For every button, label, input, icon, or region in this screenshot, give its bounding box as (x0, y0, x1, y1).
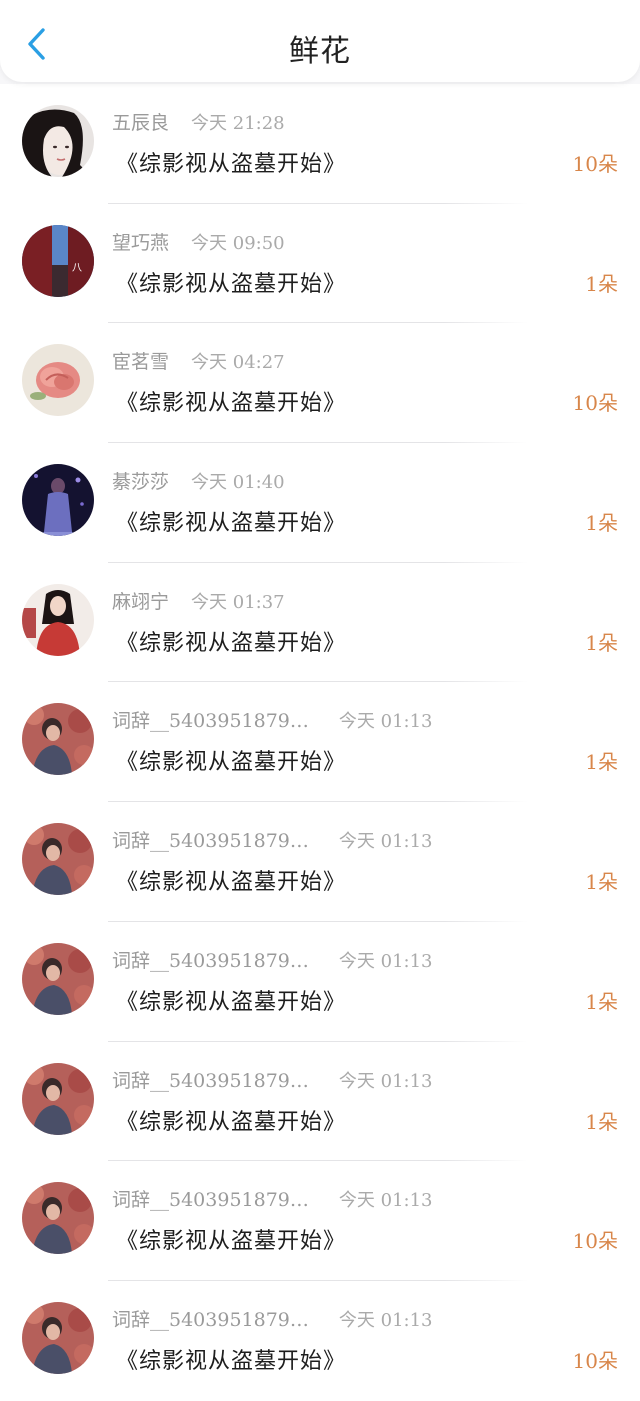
book-title[interactable]: 《综影视从盗墓开始》 (116, 625, 346, 657)
timestamp: 今天 01:13 (338, 1070, 433, 1092)
list-item[interactable]: 词辞__5403951879… 今天 01:13 《综影视从盗墓开始》 10朵 (0, 1161, 640, 1281)
item-meta: 词辞__5403951879… 今天 01:13 (112, 826, 433, 853)
timestamp: 今天 21:28 (191, 113, 285, 134)
timestamp: 今天 01:13 (338, 831, 433, 853)
item-meta: 望巧燕 今天 09:50 (112, 228, 285, 255)
list-item[interactable]: 词辞__5403951879… 今天 01:13 《综影视从盗墓开始》 1朵 (0, 802, 640, 922)
item-meta: 词辞__5403951879… 今天 01:13 (112, 1305, 433, 1332)
list-item[interactable]: 词辞__5403951879… 今天 01:13 《综影视从盗墓开始》 1朵 (0, 921, 640, 1042)
username[interactable]: 词辞__5403951879… (112, 706, 309, 733)
avatar[interactable]: 八 (22, 224, 94, 297)
list-item[interactable]: 词辞__5403951879… 今天 01:13 《综影视从盗墓开始》 10朵 (0, 1280, 640, 1401)
username[interactable]: 词辞__5403951879… (112, 1305, 309, 1332)
username[interactable]: 词辞__5403951879… (112, 1185, 309, 1212)
flower-count: 1朵 (585, 1109, 618, 1134)
username[interactable]: 宦茗雪 (112, 347, 169, 374)
list-item[interactable]: 词辞__5403951879… 今天 01:13 《综影视从盗墓开始》 1朵 (0, 682, 640, 803)
avatar[interactable] (22, 344, 94, 417)
flower-count: 1朵 (585, 870, 618, 895)
page-title: 鲜花 (289, 34, 351, 69)
username[interactable]: 词辞__5403951879… (112, 1066, 309, 1093)
list-item[interactable]: 词辞__5403951879… 今天 01:13 《综影视从盗墓开始》 1朵 (0, 1041, 640, 1162)
username[interactable]: 五辰良 (112, 108, 169, 135)
book-title[interactable]: 《综影视从盗墓开始》 (116, 266, 346, 298)
avatar[interactable] (22, 583, 94, 656)
timestamp: 今天 01:13 (338, 711, 433, 733)
avatar[interactable] (22, 942, 94, 1015)
avatar[interactable] (22, 1182, 94, 1255)
item-meta: 词辞__5403951879… 今天 01:13 (112, 1066, 433, 1093)
username[interactable]: 望巧燕 (112, 228, 169, 255)
book-title[interactable]: 《综影视从盗墓开始》 (116, 864, 346, 896)
avatar[interactable] (22, 823, 94, 896)
list-item[interactable]: 五辰良 今天 21:28 《综影视从盗墓开始》 10朵 (0, 84, 640, 204)
flower-list: 五辰良 今天 21:28 《综影视从盗墓开始》 10朵 八 望巧燕 今天 09:… (0, 84, 640, 1401)
timestamp: 今天 04:27 (191, 352, 285, 374)
timestamp: 今天 01:13 (338, 1309, 433, 1331)
book-title[interactable]: 《综影视从盗墓开始》 (116, 1343, 346, 1375)
flower-count: 10朵 (572, 152, 618, 176)
timestamp: 今天 01:40 (191, 472, 285, 494)
flower-count: 1朵 (585, 511, 618, 536)
book-title[interactable]: 《综影视从盗墓开始》 (116, 1223, 346, 1255)
list-item[interactable]: 綦莎莎 今天 01:40 《综影视从盗墓开始》 1朵 (0, 443, 640, 563)
top-bar: 鲜花 (0, 0, 640, 82)
flower-count: 10朵 (572, 1348, 618, 1373)
item-meta: 五辰良 今天 21:28 (112, 108, 285, 135)
book-title[interactable]: 《综影视从盗墓开始》 (116, 505, 346, 537)
avatar[interactable] (22, 1062, 94, 1135)
list-item[interactable]: 八 望巧燕 今天 09:50 《综影视从盗墓开始》 1朵 (0, 203, 640, 324)
flower-count: 10朵 (572, 391, 618, 416)
book-title[interactable]: 《综影视从盗墓开始》 (116, 984, 346, 1016)
item-meta: 麻翊宁 今天 01:37 (112, 587, 285, 614)
item-meta: 词辞__5403951879… 今天 01:13 (112, 706, 433, 733)
book-title[interactable]: 《综影视从盗墓开始》 (116, 744, 346, 776)
username[interactable]: 綦莎莎 (112, 467, 169, 494)
timestamp: 今天 09:50 (191, 232, 285, 254)
flower-count: 10朵 (572, 1229, 618, 1254)
item-meta: 词辞__5403951879… 今天 01:13 (112, 946, 433, 973)
username[interactable]: 麻翊宁 (112, 587, 169, 614)
book-title[interactable]: 《综影视从盗墓开始》 (116, 385, 346, 417)
username[interactable]: 词辞__5403951879… (112, 826, 309, 853)
flower-count: 1朵 (585, 271, 618, 296)
item-meta: 宦茗雪 今天 04:27 (112, 347, 285, 374)
flower-count: 1朵 (585, 989, 618, 1014)
timestamp: 今天 01:13 (338, 950, 433, 972)
avatar[interactable] (22, 703, 94, 776)
avatar[interactable] (22, 464, 94, 537)
username[interactable]: 词辞__5403951879… (112, 946, 309, 973)
list-item[interactable]: 宦茗雪 今天 04:27 《综影视从盗墓开始》 10朵 (0, 323, 640, 444)
svg-text:八: 八 (72, 263, 82, 274)
timestamp: 今天 01:37 (191, 591, 285, 613)
flower-count: 1朵 (585, 630, 618, 655)
book-title[interactable]: 《综影视从盗墓开始》 (116, 146, 346, 178)
book-title[interactable]: 《综影视从盗墓开始》 (116, 1104, 346, 1136)
list-item[interactable]: 麻翊宁 今天 01:37 《综影视从盗墓开始》 1朵 (0, 562, 640, 683)
avatar[interactable] (22, 1301, 94, 1374)
avatar[interactable] (22, 105, 94, 177)
item-meta: 綦莎莎 今天 01:40 (112, 467, 285, 494)
timestamp: 今天 01:13 (338, 1190, 433, 1212)
item-meta: 词辞__5403951879… 今天 01:13 (112, 1185, 433, 1212)
flower-count: 1朵 (585, 750, 618, 775)
